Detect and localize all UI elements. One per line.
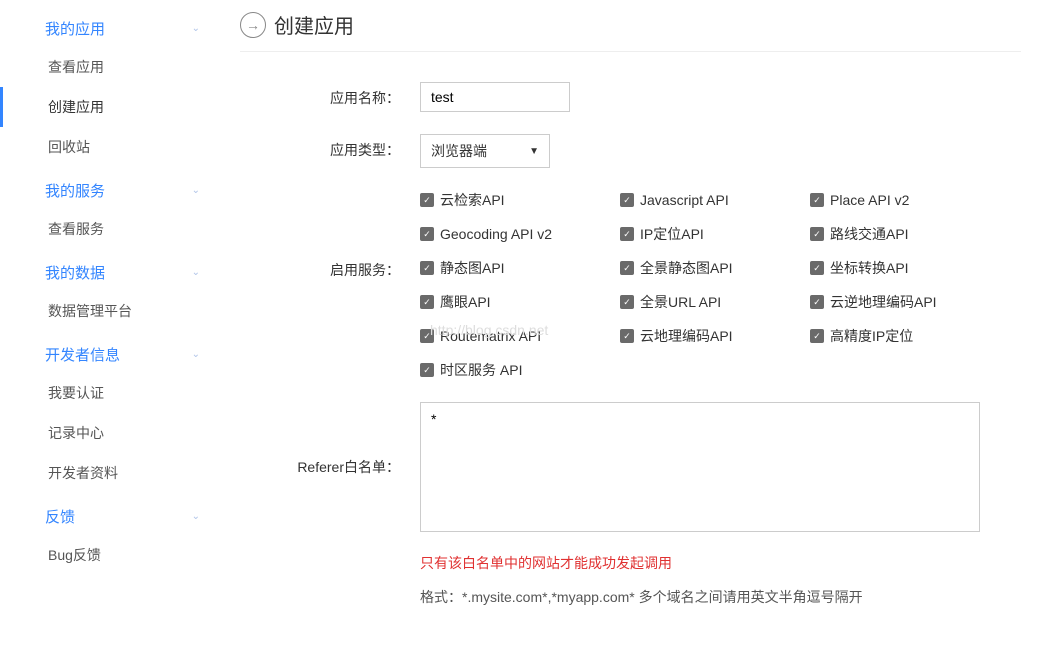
referer-warning: 只有该白名单中的网站才能成功发起调用: [420, 553, 1021, 573]
checkmark-icon: ✓: [420, 329, 434, 343]
app-type-value: 浏览器端: [431, 141, 487, 161]
sidebar-item-view-apps[interactable]: 查看应用: [0, 47, 220, 87]
sidebar-group-label: 反馈: [45, 506, 75, 527]
sidebar-item-recycle[interactable]: 回收站: [0, 127, 220, 167]
services-label: 启用服务：: [240, 190, 420, 280]
sidebar-group-myservices[interactable]: 我的服务 ⌄: [0, 172, 220, 209]
sidebar-group-label: 我的数据: [45, 262, 105, 283]
sidebar-item-verify[interactable]: 我要认证: [0, 373, 220, 413]
caret-down-icon: ▼: [529, 146, 539, 157]
chevron-down-icon: ⌄: [192, 185, 200, 196]
checkmark-icon: ✓: [620, 261, 634, 275]
checkmark-icon: ✓: [810, 227, 824, 241]
arrow-right-circle-icon: →: [240, 12, 266, 38]
sidebar-group-developer[interactable]: 开发者信息 ⌄: [0, 336, 220, 373]
referer-label: Referer白名单：: [240, 402, 420, 477]
checkmark-icon: ✓: [810, 295, 824, 309]
service-checkbox[interactable]: ✓坐标转换API: [810, 258, 1000, 278]
checkmark-icon: ✓: [420, 363, 434, 377]
main-content: → 创建应用 应用名称： 应用类型： 浏览器端 ▼ 启用服务： ✓云检索API: [220, 0, 1041, 649]
checkmark-icon: ✓: [810, 193, 824, 207]
service-checkbox[interactable]: ✓Place API v2: [810, 190, 1000, 210]
chevron-down-icon: ⌄: [192, 267, 200, 278]
sidebar-item-data-platform[interactable]: 数据管理平台: [0, 291, 220, 331]
service-checkbox[interactable]: ✓Routematrix API: [420, 326, 620, 346]
sidebar-group-label: 开发者信息: [45, 344, 120, 365]
sidebar-item-dev-profile[interactable]: 开发者资料: [0, 453, 220, 493]
service-checkbox[interactable]: ✓路线交通API: [810, 224, 1000, 244]
sidebar-item-create-app[interactable]: 创建应用: [0, 87, 220, 127]
checkmark-icon: ✓: [810, 329, 824, 343]
service-checkbox[interactable]: ✓IP定位API: [620, 224, 810, 244]
checkmark-icon: ✓: [420, 261, 434, 275]
checkmark-icon: ✓: [620, 329, 634, 343]
service-checkbox[interactable]: ✓Javascript API: [620, 190, 810, 210]
services-grid: ✓云检索API ✓Javascript API ✓Place API v2 ✓G…: [420, 190, 1021, 380]
sidebar-item-bug-feedback[interactable]: Bug反馈: [0, 535, 220, 575]
checkmark-icon: ✓: [810, 261, 824, 275]
checkmark-icon: ✓: [420, 227, 434, 241]
sidebar-group-myapps[interactable]: 我的应用 ⌄: [0, 10, 220, 47]
sidebar-group-mydata[interactable]: 我的数据 ⌄: [0, 254, 220, 291]
referer-textarea[interactable]: [420, 402, 980, 532]
chevron-down-icon: ⌄: [192, 349, 200, 360]
service-checkbox[interactable]: ✓Geocoding API v2: [420, 224, 620, 244]
sidebar: 我的应用 ⌄ 查看应用 创建应用 回收站 我的服务 ⌄ 查看服务 我的数据 ⌄ …: [0, 0, 220, 649]
checkmark-icon: ✓: [420, 295, 434, 309]
service-checkbox[interactable]: ✓全景URL API: [620, 292, 810, 312]
chevron-down-icon: ⌄: [192, 23, 200, 34]
service-checkbox[interactable]: ✓云地理编码API: [620, 326, 810, 346]
sidebar-item-view-services[interactable]: 查看服务: [0, 209, 220, 249]
sidebar-group-label: 我的服务: [45, 180, 105, 201]
service-checkbox[interactable]: ✓时区服务 API: [420, 360, 620, 380]
sidebar-item-records[interactable]: 记录中心: [0, 413, 220, 453]
service-checkbox[interactable]: ✓云检索API: [420, 190, 620, 210]
service-checkbox[interactable]: ✓鹰眼API: [420, 292, 620, 312]
referer-hint: 格式：*.mysite.com*,*myapp.com* 多个域名之间请用英文半…: [420, 587, 1021, 607]
service-checkbox[interactable]: ✓静态图API: [420, 258, 620, 278]
sidebar-group-label: 我的应用: [45, 18, 105, 39]
checkmark-icon: ✓: [420, 193, 434, 207]
page-title-text: 创建应用: [274, 10, 354, 39]
service-checkbox[interactable]: ✓高精度IP定位: [810, 326, 1000, 346]
app-type-select[interactable]: 浏览器端 ▼: [420, 134, 550, 168]
app-type-label: 应用类型：: [240, 134, 420, 160]
checkmark-icon: ✓: [620, 295, 634, 309]
sidebar-group-feedback[interactable]: 反馈 ⌄: [0, 498, 220, 535]
checkmark-icon: ✓: [620, 227, 634, 241]
app-name-input[interactable]: [420, 82, 570, 112]
service-checkbox[interactable]: ✓云逆地理编码API: [810, 292, 1000, 312]
app-name-label: 应用名称：: [240, 82, 420, 108]
chevron-down-icon: ⌄: [192, 511, 200, 522]
service-checkbox[interactable]: ✓全景静态图API: [620, 258, 810, 278]
page-title: → 创建应用: [240, 10, 1021, 52]
checkmark-icon: ✓: [620, 193, 634, 207]
